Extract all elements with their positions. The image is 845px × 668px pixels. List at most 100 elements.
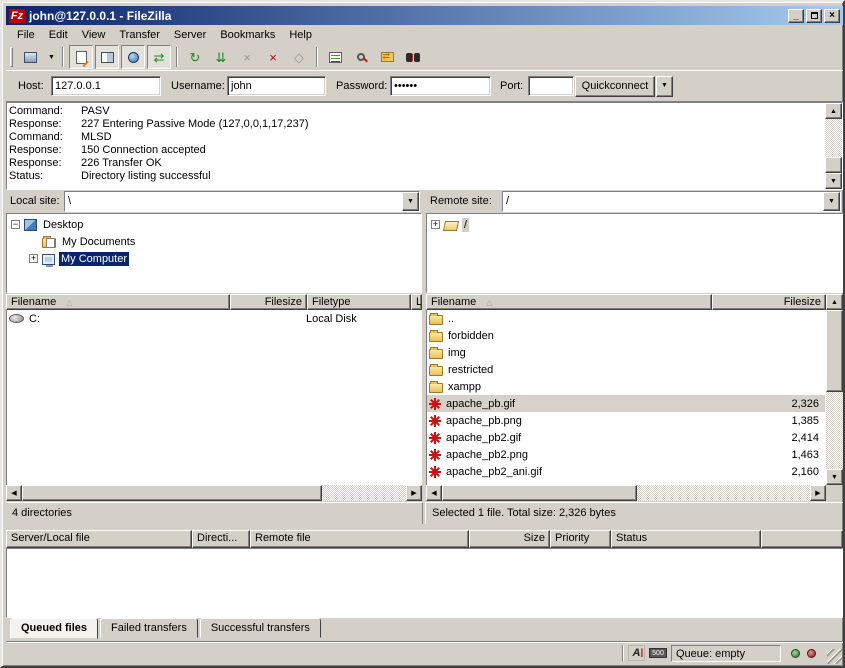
tree-expander-icon[interactable]: + — [431, 220, 440, 229]
resize-grip[interactable] — [827, 649, 842, 664]
toolbar-grip[interactable] — [10, 47, 13, 67]
toggle-local-tree-button[interactable] — [95, 45, 119, 69]
cancel-operation-button[interactable]: × — [235, 45, 259, 69]
speed-limit-icon[interactable]: 500 — [649, 648, 667, 658]
scrollbar-thumb[interactable] — [22, 485, 322, 501]
scroll-left-icon[interactable]: ◀ — [6, 485, 22, 501]
minimize-button[interactable]: _ — [788, 9, 804, 23]
remote-site-combobox[interactable]: / ▼ — [502, 191, 841, 212]
tree-item[interactable]: My Documents — [9, 233, 421, 250]
column-header-filesize[interactable]: Filesize — [230, 294, 307, 310]
menu-item[interactable]: Transfer — [112, 27, 167, 43]
queue-tab[interactable]: Successful transfers — [200, 618, 321, 638]
chevron-down-icon[interactable]: ▼ — [402, 192, 419, 211]
menu-item[interactable]: View — [75, 27, 113, 43]
local-site-path[interactable]: \ — [65, 192, 402, 211]
menu-item[interactable]: Help — [282, 27, 319, 43]
reconnect-button[interactable]: ◇ — [287, 45, 311, 69]
scrollbar-thumb[interactable] — [442, 485, 637, 501]
column-header-size[interactable]: Size — [469, 530, 550, 548]
column-header-priority[interactable]: Priority — [550, 530, 611, 548]
menu-item[interactable]: Edit — [42, 27, 75, 43]
tree-item[interactable]: + / — [429, 216, 842, 233]
find-files-button[interactable] — [349, 45, 373, 69]
file-row[interactable]: forbidden — [427, 327, 825, 344]
scroll-down-icon[interactable]: ▼ — [826, 469, 843, 485]
transfer-type-icon[interactable]: A — [628, 645, 645, 661]
process-queue-button[interactable]: ⇊ — [209, 45, 233, 69]
title-bar[interactable]: Fz john@127.0.0.1 - FileZilla _ × — [6, 6, 843, 25]
scroll-up-icon[interactable]: ▲ — [826, 294, 843, 310]
scrollbar-track[interactable] — [826, 392, 843, 469]
toggle-transfer-queue-button[interactable]: ⇄ — [147, 45, 171, 69]
remote-list-horizontal-scrollbar[interactable]: ◀ ▶ — [426, 485, 826, 501]
file-row[interactable]: apache_pb2.png 1,463 — [427, 446, 825, 463]
file-row[interactable]: apache_pb.gif 2,326 — [427, 395, 825, 412]
menu-item[interactable]: File — [10, 27, 42, 43]
filter-button[interactable] — [323, 45, 347, 69]
transfer-queue-list[interactable] — [6, 548, 843, 618]
column-header-filename[interactable]: Filename△ — [6, 294, 230, 310]
file-row[interactable]: C: Local Disk — [7, 310, 421, 327]
column-header-remote-file[interactable]: Remote file — [250, 530, 469, 548]
column-header-status[interactable]: Status — [611, 530, 761, 548]
password-input[interactable]: •••••• — [390, 76, 491, 96]
port-input[interactable] — [528, 76, 574, 96]
chevron-down-icon[interactable]: ▼ — [823, 192, 840, 211]
local-site-combobox[interactable]: \ ▼ — [64, 191, 420, 212]
remote-site-path[interactable]: / — [503, 192, 823, 211]
queue-tab[interactable]: Failed transfers — [100, 618, 198, 638]
synchronized-browsing-button[interactable] — [401, 45, 425, 69]
scroll-up-icon[interactable]: ▲ — [825, 103, 842, 119]
tree-item-label[interactable]: Desktop — [41, 218, 85, 232]
menu-item[interactable]: Bookmarks — [213, 27, 282, 43]
tree-item-label[interactable]: My Computer — [59, 252, 129, 266]
file-row[interactable]: .. — [427, 310, 825, 327]
directory-comparison-button[interactable] — [375, 45, 399, 69]
scroll-left-icon[interactable]: ◀ — [426, 485, 442, 501]
file-row[interactable]: apache_pb.png 1,385 — [427, 412, 825, 429]
site-manager-dropdown-button[interactable]: ▼ — [44, 45, 57, 69]
disconnect-button[interactable]: × — [261, 45, 285, 69]
column-header-filetype[interactable]: Filetype — [307, 294, 411, 310]
refresh-button[interactable]: ↻ — [183, 45, 207, 69]
tree-item-label[interactable]: / — [462, 218, 469, 232]
file-row[interactable]: apache_pb2.gif 2,414 — [427, 429, 825, 446]
maximize-button[interactable] — [806, 9, 822, 23]
scrollbar-thumb[interactable] — [825, 157, 842, 173]
scrollbar-thumb[interactable] — [826, 310, 843, 392]
site-manager-button[interactable] — [18, 45, 42, 69]
scroll-right-icon[interactable]: ▶ — [810, 485, 826, 501]
scroll-right-icon[interactable]: ▶ — [406, 485, 422, 501]
toggle-message-log-button[interactable] — [69, 45, 93, 69]
quickconnect-dropdown-button[interactable]: ▼ — [656, 76, 673, 97]
tree-expander-icon[interactable]: + — [29, 254, 38, 263]
tree-item[interactable]: + My Computer — [9, 250, 421, 267]
scrollbar-track[interactable] — [825, 119, 842, 157]
close-button[interactable]: × — [824, 9, 840, 23]
scrollbar-track[interactable] — [322, 485, 406, 501]
host-input[interactable]: 127.0.0.1 — [51, 76, 161, 96]
file-row[interactable]: apache_pb2_ani.gif 2,160 — [427, 463, 825, 480]
scroll-down-icon[interactable]: ▼ — [825, 173, 842, 189]
log-vertical-scrollbar[interactable]: ▲ ▼ — [825, 103, 842, 189]
column-header-direction[interactable]: Directi... — [192, 530, 250, 548]
local-list-horizontal-scrollbar[interactable]: ◀ ▶ — [6, 485, 422, 501]
username-input[interactable]: john — [227, 76, 326, 96]
menu-item[interactable]: Server — [167, 27, 213, 43]
file-row[interactable]: img — [427, 344, 825, 361]
column-header-filename[interactable]: Filename△ — [426, 294, 712, 310]
column-header-server-local-file[interactable]: Server/Local file — [6, 530, 192, 548]
toggle-remote-tree-button[interactable] — [121, 45, 145, 69]
remote-list-vertical-scrollbar[interactable]: ▲ ▼ — [826, 294, 843, 485]
tree-item-label[interactable]: My Documents — [60, 235, 137, 249]
file-row[interactable]: restricted — [427, 361, 825, 378]
file-row[interactable]: xampp — [427, 378, 825, 395]
tree-expander-icon[interactable]: − — [11, 220, 20, 229]
column-header-lastmodified[interactable]: L — [411, 294, 422, 310]
tree-item[interactable]: − Desktop — [9, 216, 421, 233]
quickconnect-button[interactable]: Quickconnect — [575, 76, 655, 97]
queue-tab[interactable]: Queued files — [10, 618, 98, 639]
scrollbar-track[interactable] — [637, 485, 810, 501]
column-header-filesize[interactable]: Filesize — [712, 294, 826, 310]
